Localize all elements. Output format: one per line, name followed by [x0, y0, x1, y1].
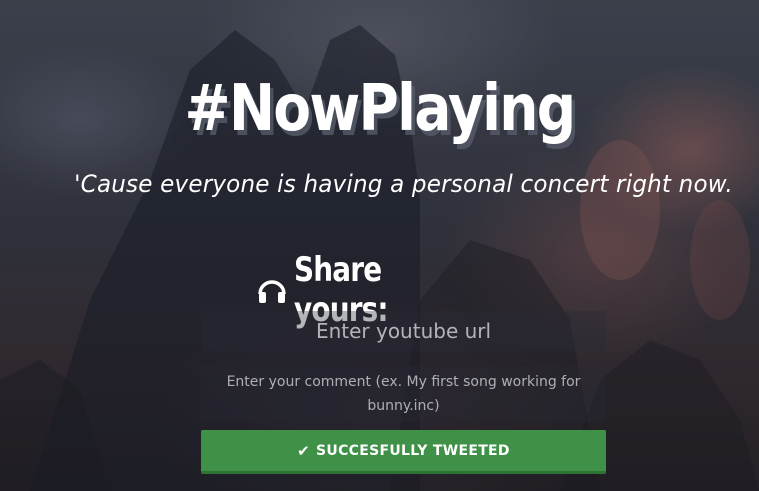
youtube-url-input[interactable]: [201, 311, 606, 351]
main-content: #NowPlaying 'Cause everyone is having a …: [0, 0, 759, 491]
page-title: #NowPlaying: [184, 72, 577, 146]
tweet-status-button[interactable]: ✔ SUCCESFULLY TWEETED: [201, 430, 606, 474]
headphones-icon: [257, 280, 286, 303]
comment-input[interactable]: [201, 366, 606, 422]
tweet-button-label: SUCCESFULLY TWEETED: [316, 442, 510, 459]
check-icon: ✔: [297, 441, 311, 460]
tagline: 'Cause everyone is having a personal con…: [74, 170, 733, 198]
